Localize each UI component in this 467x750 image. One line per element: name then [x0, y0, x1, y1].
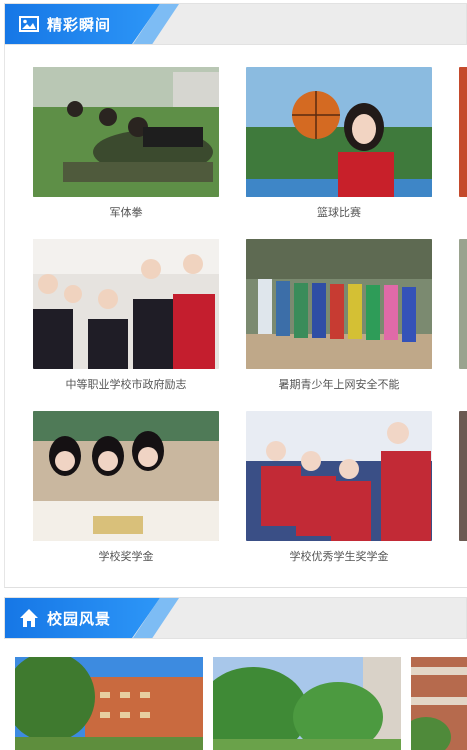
gallery-card[interactable]: 中等职业学校市政府励志: [33, 239, 219, 392]
moments-gallery: 军体拳 篮球比赛 中等职业学校市政府励志 暑期青少年上网安全不能 学校奖学金 学…: [4, 44, 467, 588]
image-icon: [19, 16, 39, 32]
campus-photo[interactable]: [213, 657, 401, 750]
moments-title: 精彩瞬间: [47, 15, 112, 34]
scholarship-photo[interactable]: [33, 411, 219, 541]
basketball-photo[interactable]: [246, 67, 432, 197]
home-icon: [19, 608, 39, 628]
gallery-card-partial[interactable]: [459, 67, 467, 197]
gallery-card[interactable]: 暑期青少年上网安全不能: [246, 239, 432, 392]
campus-photo[interactable]: [15, 657, 203, 750]
gallery-caption[interactable]: 学校奖学金: [33, 548, 219, 564]
campus-section-header: 校园风景: [4, 597, 467, 639]
campus-photo-partial[interactable]: [411, 657, 467, 750]
moments-tab[interactable]: 精彩瞬间: [5, 4, 160, 44]
gallery-card[interactable]: 篮球比赛: [246, 67, 432, 220]
partial-photo[interactable]: [459, 411, 467, 541]
gallery-caption[interactable]: 暑期青少年上网安全不能: [246, 376, 432, 392]
gallery-caption[interactable]: 军体拳: [33, 204, 219, 220]
gallery-caption[interactable]: 中等职业学校市政府励志: [33, 376, 219, 392]
line-up-photo[interactable]: [246, 239, 432, 369]
gallery-card-partial[interactable]: [459, 411, 467, 541]
gallery-caption[interactable]: 篮球比赛: [246, 204, 432, 220]
partial-photo[interactable]: [459, 239, 467, 369]
students-group-photo[interactable]: [33, 239, 219, 369]
outstanding-students-photo[interactable]: [246, 411, 432, 541]
partial-photo[interactable]: [459, 67, 467, 197]
gallery-card[interactable]: 学校奖学金: [33, 411, 219, 564]
gallery-card-partial[interactable]: [459, 239, 467, 369]
gallery-card[interactable]: 军体拳: [33, 67, 219, 220]
gallery-caption[interactable]: 学校优秀学生奖学金: [246, 548, 432, 564]
moments-section-header: 精彩瞬间: [4, 3, 467, 45]
campus-title: 校园风景: [47, 609, 112, 628]
gallery-card[interactable]: 学校优秀学生奖学金: [246, 411, 432, 564]
military-boxing-photo[interactable]: [33, 67, 219, 197]
campus-tab[interactable]: 校园风景: [5, 598, 160, 638]
